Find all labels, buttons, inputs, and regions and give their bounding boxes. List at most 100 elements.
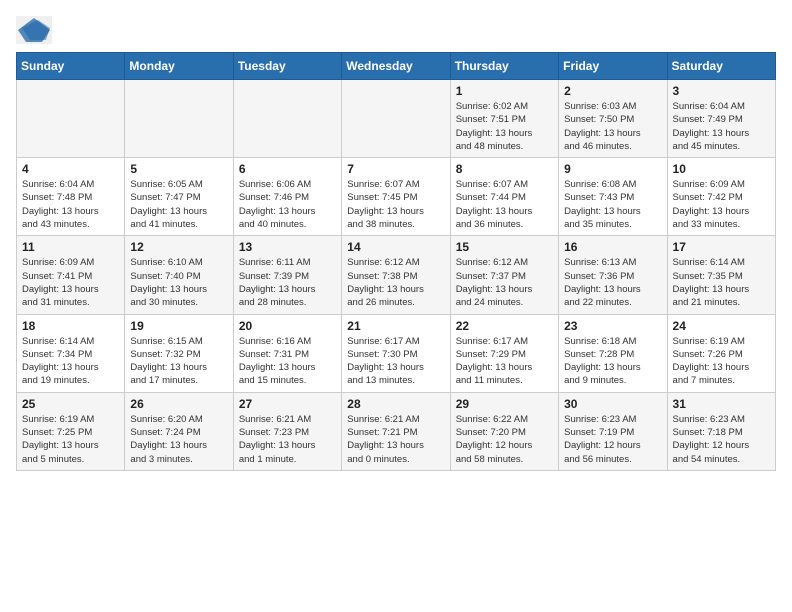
calendar-cell: 23Sunrise: 6:18 AM Sunset: 7:28 PM Dayli…	[559, 314, 667, 392]
day-number: 24	[673, 319, 770, 333]
calendar-cell	[342, 80, 450, 158]
calendar-cell: 6 Sunrise: 6:06 AM Sunset: 7:46 PM Daylig…	[233, 158, 341, 236]
day-number: 15	[456, 240, 553, 254]
calendar-cell: 9 Sunrise: 6:08 AM Sunset: 7:43 PM Daylig…	[559, 158, 667, 236]
day-number: 13	[239, 240, 336, 254]
day-info: Sunrise: 6:22 AM Sunset: 7:20 PM Dayligh…	[456, 413, 553, 466]
day-number: 20	[239, 319, 336, 333]
day-info: Sunrise: 6:08 AM Sunset: 7:43 PM Dayligh…	[564, 178, 661, 231]
day-number: 27	[239, 397, 336, 411]
day-number: 17	[673, 240, 770, 254]
day-info: Sunrise: 6:23 AM Sunset: 7:18 PM Dayligh…	[673, 413, 770, 466]
calendar-cell	[17, 80, 125, 158]
week-row-3: 11Sunrise: 6:09 AM Sunset: 7:41 PM Dayli…	[17, 236, 776, 314]
day-info: Sunrise: 6:09 AM Sunset: 7:42 PM Dayligh…	[673, 178, 770, 231]
day-number: 6	[239, 162, 336, 176]
day-info: Sunrise: 6:20 AM Sunset: 7:24 PM Dayligh…	[130, 413, 227, 466]
day-number: 30	[564, 397, 661, 411]
day-info: Sunrise: 6:11 AM Sunset: 7:39 PM Dayligh…	[239, 256, 336, 309]
day-number: 11	[22, 240, 119, 254]
day-number: 31	[673, 397, 770, 411]
day-number: 2	[564, 84, 661, 98]
week-row-4: 18 Sunrise: 6:14 AM Sunset: 7:34 PM Dayli…	[17, 314, 776, 392]
logo	[16, 16, 56, 44]
day-header-friday: Friday	[559, 53, 667, 80]
day-number: 19	[130, 319, 227, 333]
calendar-cell: 27 Sunrise: 6:21 AM Sunset: 7:23 PM Dayli…	[233, 392, 341, 470]
day-number: 9	[564, 162, 661, 176]
day-number: 22	[456, 319, 553, 333]
day-header-sunday: Sunday	[17, 53, 125, 80]
day-number: 10	[673, 162, 770, 176]
day-number: 28	[347, 397, 444, 411]
calendar-body: 1 Sunrise: 6:02 AM Sunset: 7:51 PM Daylig…	[17, 80, 776, 471]
day-number: 7	[347, 162, 444, 176]
day-number: 5	[130, 162, 227, 176]
calendar-cell: 8 Sunrise: 6:07 AM Sunset: 7:44 PM Daylig…	[450, 158, 558, 236]
calendar-cell: 3 Sunrise: 6:04 AM Sunset: 7:49 PM Daylig…	[667, 80, 775, 158]
day-info: Sunrise: 6:21 AM Sunset: 7:23 PM Dayligh…	[239, 413, 336, 466]
calendar-cell: 5Sunrise: 6:05 AM Sunset: 7:47 PM Daylig…	[125, 158, 233, 236]
calendar-cell: 30 Sunrise: 6:23 AM Sunset: 7:19 PM Dayli…	[559, 392, 667, 470]
day-info: Sunrise: 6:04 AM Sunset: 7:49 PM Dayligh…	[673, 100, 770, 153]
day-info: Sunrise: 6:23 AM Sunset: 7:19 PM Dayligh…	[564, 413, 661, 466]
calendar-cell: 10 Sunrise: 6:09 AM Sunset: 7:42 PM Dayli…	[667, 158, 775, 236]
calendar-cell: 28 Sunrise: 6:21 AM Sunset: 7:21 PM Dayli…	[342, 392, 450, 470]
calendar-cell: 21 Sunrise: 6:17 AM Sunset: 7:30 PM Dayli…	[342, 314, 450, 392]
day-header-wednesday: Wednesday	[342, 53, 450, 80]
calendar-cell: 29 Sunrise: 6:22 AM Sunset: 7:20 PM Dayli…	[450, 392, 558, 470]
day-number: 12	[130, 240, 227, 254]
day-info: Sunrise: 6:03 AM Sunset: 7:50 PM Dayligh…	[564, 100, 661, 153]
day-info: Sunrise: 6:02 AM Sunset: 7:51 PM Dayligh…	[456, 100, 553, 153]
day-info: Sunrise: 6:07 AM Sunset: 7:45 PM Dayligh…	[347, 178, 444, 231]
day-info: Sunrise: 6:14 AM Sunset: 7:35 PM Dayligh…	[673, 256, 770, 309]
day-header-tuesday: Tuesday	[233, 53, 341, 80]
day-header-saturday: Saturday	[667, 53, 775, 80]
calendar-cell: 16 Sunrise: 6:13 AM Sunset: 7:36 PM Dayli…	[559, 236, 667, 314]
day-number: 29	[456, 397, 553, 411]
day-info: Sunrise: 6:12 AM Sunset: 7:38 PM Dayligh…	[347, 256, 444, 309]
week-row-2: 4 Sunrise: 6:04 AM Sunset: 7:48 PM Daylig…	[17, 158, 776, 236]
day-header-monday: Monday	[125, 53, 233, 80]
day-info: Sunrise: 6:19 AM Sunset: 7:26 PM Dayligh…	[673, 335, 770, 388]
day-info: Sunrise: 6:14 AM Sunset: 7:34 PM Dayligh…	[22, 335, 119, 388]
day-number: 8	[456, 162, 553, 176]
calendar-cell: 1 Sunrise: 6:02 AM Sunset: 7:51 PM Daylig…	[450, 80, 558, 158]
page-header	[16, 16, 776, 44]
calendar-cell: 20 Sunrise: 6:16 AM Sunset: 7:31 PM Dayli…	[233, 314, 341, 392]
day-number: 18	[22, 319, 119, 333]
calendar-cell: 18 Sunrise: 6:14 AM Sunset: 7:34 PM Dayli…	[17, 314, 125, 392]
calendar-cell: 24 Sunrise: 6:19 AM Sunset: 7:26 PM Dayli…	[667, 314, 775, 392]
week-row-1: 1 Sunrise: 6:02 AM Sunset: 7:51 PM Daylig…	[17, 80, 776, 158]
day-info: Sunrise: 6:17 AM Sunset: 7:30 PM Dayligh…	[347, 335, 444, 388]
day-info: Sunrise: 6:13 AM Sunset: 7:36 PM Dayligh…	[564, 256, 661, 309]
day-number: 1	[456, 84, 553, 98]
day-info: Sunrise: 6:07 AM Sunset: 7:44 PM Dayligh…	[456, 178, 553, 231]
calendar-cell: 14Sunrise: 6:12 AM Sunset: 7:38 PM Dayli…	[342, 236, 450, 314]
day-number: 3	[673, 84, 770, 98]
day-info: Sunrise: 6:16 AM Sunset: 7:31 PM Dayligh…	[239, 335, 336, 388]
day-info: Sunrise: 6:15 AM Sunset: 7:32 PM Dayligh…	[130, 335, 227, 388]
day-info: Sunrise: 6:06 AM Sunset: 7:46 PM Dayligh…	[239, 178, 336, 231]
day-info: Sunrise: 6:21 AM Sunset: 7:21 PM Dayligh…	[347, 413, 444, 466]
day-number: 26	[130, 397, 227, 411]
calendar-cell: 19 Sunrise: 6:15 AM Sunset: 7:32 PM Dayli…	[125, 314, 233, 392]
day-info: Sunrise: 6:04 AM Sunset: 7:48 PM Dayligh…	[22, 178, 119, 231]
calendar-header: SundayMondayTuesdayWednesdayThursdayFrid…	[17, 53, 776, 80]
calendar-cell: 4 Sunrise: 6:04 AM Sunset: 7:48 PM Daylig…	[17, 158, 125, 236]
day-info: Sunrise: 6:19 AM Sunset: 7:25 PM Dayligh…	[22, 413, 119, 466]
logo-icon	[16, 16, 52, 44]
day-number: 16	[564, 240, 661, 254]
calendar-cell	[233, 80, 341, 158]
calendar-cell: 17 Sunrise: 6:14 AM Sunset: 7:35 PM Dayli…	[667, 236, 775, 314]
day-info: Sunrise: 6:10 AM Sunset: 7:40 PM Dayligh…	[130, 256, 227, 309]
calendar-cell: 11Sunrise: 6:09 AM Sunset: 7:41 PM Dayli…	[17, 236, 125, 314]
calendar-cell: 2 Sunrise: 6:03 AM Sunset: 7:50 PM Daylig…	[559, 80, 667, 158]
calendar-cell: 22 Sunrise: 6:17 AM Sunset: 7:29 PM Dayli…	[450, 314, 558, 392]
day-number: 21	[347, 319, 444, 333]
day-header-thursday: Thursday	[450, 53, 558, 80]
day-info: Sunrise: 6:12 AM Sunset: 7:37 PM Dayligh…	[456, 256, 553, 309]
day-number: 4	[22, 162, 119, 176]
calendar-table: SundayMondayTuesdayWednesdayThursdayFrid…	[16, 52, 776, 471]
day-info: Sunrise: 6:17 AM Sunset: 7:29 PM Dayligh…	[456, 335, 553, 388]
